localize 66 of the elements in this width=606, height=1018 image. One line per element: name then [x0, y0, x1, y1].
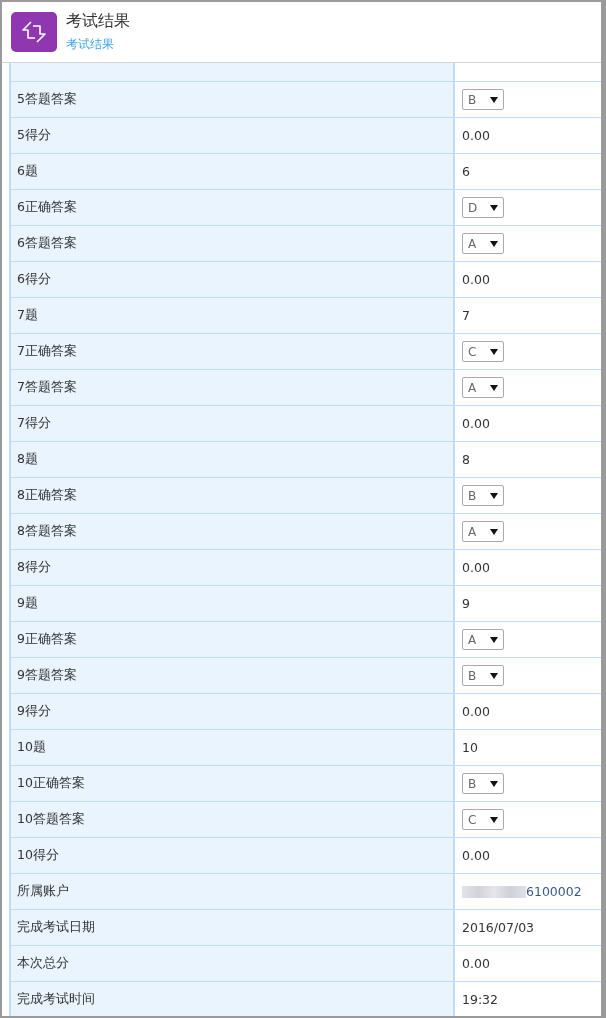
label-cell: 5答题答案: [11, 82, 455, 117]
value-text: 0.00: [462, 272, 490, 287]
value-text: 0.00: [462, 704, 490, 719]
label-cell: 9答题答案: [11, 658, 455, 693]
value-text: 2016/07/03: [462, 920, 535, 935]
answer-select[interactable]: C: [462, 809, 504, 830]
dropdown-caret-icon: [490, 672, 498, 679]
value-text: 19:32: [462, 992, 499, 1007]
label-cell: 9题: [11, 586, 455, 621]
label-cell: 7题: [11, 298, 455, 333]
answer-select[interactable]: D: [462, 197, 504, 218]
label-cell: 6题: [11, 154, 455, 189]
label-cell: 5得分: [11, 118, 455, 153]
answer-select[interactable]: A: [462, 233, 504, 254]
dropdown-caret-icon: [490, 204, 498, 211]
dropdown-caret-icon: [490, 384, 498, 391]
label-cell: 8答题答案: [11, 514, 455, 549]
label-cell: 本次总分: [11, 946, 455, 981]
label-cell: 所属账户: [11, 874, 455, 909]
answer-select[interactable]: B: [462, 89, 504, 110]
answer-select[interactable]: B: [462, 773, 504, 794]
dropdown-caret-icon: [490, 96, 498, 103]
value-text: 9: [462, 596, 470, 611]
label-cell: 完成考试时间: [11, 982, 455, 1016]
label-cell: 8题: [11, 442, 455, 477]
value-text: 0.00: [462, 128, 490, 143]
label-cell: 完成考试日期: [11, 910, 455, 945]
label-cell: 6答题答案: [11, 226, 455, 261]
label-cell: 10得分: [11, 838, 455, 873]
label-cell: 9正确答案: [11, 622, 455, 657]
label-cell: 6得分: [11, 262, 455, 297]
value-text: 6: [462, 164, 470, 179]
label-cell: 7答题答案: [11, 370, 455, 405]
label-cell: 8得分: [11, 550, 455, 585]
value-text: 7: [462, 308, 470, 323]
dropdown-caret-icon: [490, 348, 498, 355]
label-cell: 10正确答案: [11, 766, 455, 801]
app-logo-icon: [11, 12, 57, 52]
account-number: 6100002: [526, 884, 582, 899]
label-cell: 6正确答案: [11, 190, 455, 225]
answer-select[interactable]: A: [462, 377, 504, 398]
dropdown-caret-icon: [490, 528, 498, 535]
page-title: 考试结果: [66, 11, 130, 32]
value-text: 0.00: [462, 416, 490, 431]
dropdown-caret-icon: [490, 816, 498, 823]
answer-select[interactable]: B: [462, 665, 504, 686]
value-text: 8: [462, 452, 470, 467]
value-text: 0.00: [462, 848, 490, 863]
label-cell: 10答题答案: [11, 802, 455, 837]
answer-select[interactable]: C: [462, 341, 504, 362]
answer-select[interactable]: B: [462, 485, 504, 506]
answer-select[interactable]: A: [462, 521, 504, 542]
answer-select[interactable]: A: [462, 629, 504, 650]
dropdown-caret-icon: [490, 780, 498, 787]
dropdown-caret-icon: [490, 636, 498, 643]
label-cell: 7得分: [11, 406, 455, 441]
label-cell: 9得分: [11, 694, 455, 729]
value-text: 0.00: [462, 956, 490, 971]
value-text: 10: [462, 740, 478, 755]
dropdown-caret-icon: [490, 492, 498, 499]
value-text: 0.00: [462, 560, 490, 575]
label-cell: 8正确答案: [11, 478, 455, 513]
blurred-area: [462, 885, 526, 898]
dropdown-caret-icon: [490, 240, 498, 247]
label-cell: 7正确答案: [11, 334, 455, 369]
label-cell: 10题: [11, 730, 455, 765]
